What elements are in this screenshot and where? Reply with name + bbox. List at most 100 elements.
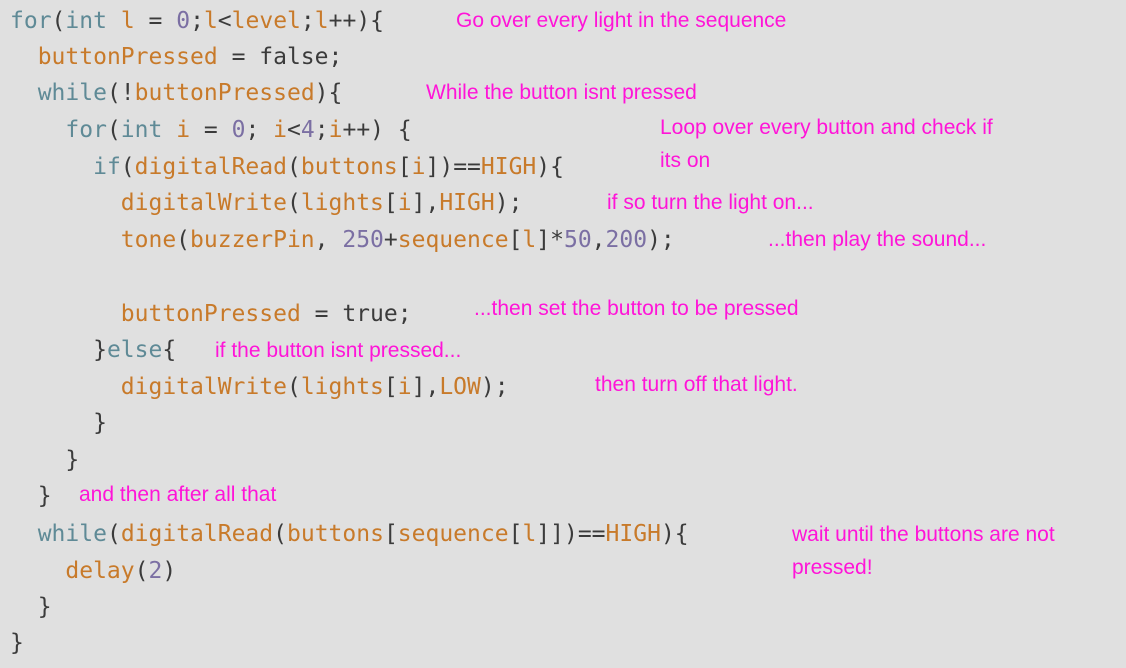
code-token: l [120,8,135,34]
code-line: tone(buzzerPin, 250+sequence[l]*50,200); [10,225,675,255]
code-token: lights [300,190,384,216]
code-token: ){ [314,80,343,106]
code-token: i [411,154,426,180]
code-token: < [287,117,301,143]
code-token: ( [273,521,287,547]
code-token: 50 [563,227,592,253]
code-token: } [10,594,52,620]
code-token: ]* [536,227,564,253]
code-token: HIGH [439,190,495,216]
code-token: i [328,117,343,143]
code-token: [ [383,374,398,400]
code-line: buttonPressed = false; [10,42,343,72]
code-token: ( [106,521,121,547]
code-line: if(digitalRead(buttons[i])==HIGH){ [10,152,564,182]
annotation: if the button isnt pressed... [215,339,462,362]
code-token: i [397,374,412,400]
code-line: buttonPressed = true; [10,299,412,329]
code-token: } [10,630,24,656]
code-token: sequence [397,521,509,547]
code-token: for [10,8,52,34]
code-token: ){ [536,154,564,180]
code-token: i [397,190,412,216]
code-token: lights [300,374,384,400]
code-token: while [37,521,107,547]
code-token: = true; [300,301,412,327]
code-token: [ [383,190,398,216]
annotation: While the button isnt pressed [426,81,697,104]
code-token: ++) { [342,117,412,143]
code-line: digitalWrite(lights[i],LOW); [10,372,509,402]
code-line: for(int l = 0;l<level;l++){ [10,6,384,36]
code-token: l [203,8,218,34]
code-token: 0 [176,8,191,34]
annotation: Go over every light in the sequence [456,9,787,32]
code-token: ); [480,374,509,400]
code-token: ], [411,374,440,400]
annotation: then turn off that light. [595,373,798,396]
code-token: [ [508,227,523,253]
code-token: , [314,227,343,253]
annotation: its on [660,149,711,172]
code-line: delay(2) [10,556,176,586]
code-token: , [591,227,606,253]
code-line: } [10,628,24,658]
code-token: [ [508,521,523,547]
code-token: } [10,447,80,473]
code-token: ( [286,190,301,216]
code-line: } [10,481,52,511]
code-token: 250 [342,227,384,253]
code-token: + [383,227,398,253]
code-token: ( [51,8,66,34]
code-token: buttons [287,521,384,547]
code-line: } [10,445,79,475]
code-token: buttons [300,154,398,180]
annotation: ...then play the sound... [768,228,987,251]
code-line: for(int i = 0; i<4;i++) { [10,115,412,145]
annotation: pressed! [792,556,873,579]
code-token: ; [314,117,329,143]
code-token: } [10,337,107,363]
code-token: { [162,337,177,363]
code-token: int [120,117,163,143]
code-token: delay [65,558,135,584]
code-line: } [10,408,107,438]
code-token: (! [106,80,135,106]
code-token: ], [411,190,440,216]
code-token: 4 [300,117,315,143]
code-token: buttonPressed [120,301,301,327]
code-token: ) [162,558,177,584]
code-token: ){ [660,521,689,547]
code-token: = false; [217,44,343,70]
code-token: sequence [397,227,509,253]
code-token: l [522,521,537,547]
code-token: ; [245,117,274,143]
code-token: i [273,117,288,143]
code-token: ( [134,558,149,584]
code-token: = [134,8,177,34]
code-token: 200 [605,227,648,253]
code-token: < [217,8,232,34]
code-token: ++){ [328,8,385,34]
code-token: [ [397,154,412,180]
code-token: digitalRead [120,521,274,547]
code-token: level [231,8,301,34]
code-token: digitalRead [134,154,287,180]
annotation: wait until the buttons are not [792,523,1055,546]
code-line: digitalWrite(lights[i],HIGH); [10,188,523,218]
code-token: ( [286,374,301,400]
code-token: HIGH [605,521,661,547]
code-token: buttonPressed [134,80,315,106]
code-token: ( [106,117,121,143]
code-token: ( [286,154,301,180]
annotation: if so turn the light on... [607,191,814,214]
code-token: LOW [439,374,481,400]
code-token: ); [647,227,675,253]
code-token: while [37,80,107,106]
